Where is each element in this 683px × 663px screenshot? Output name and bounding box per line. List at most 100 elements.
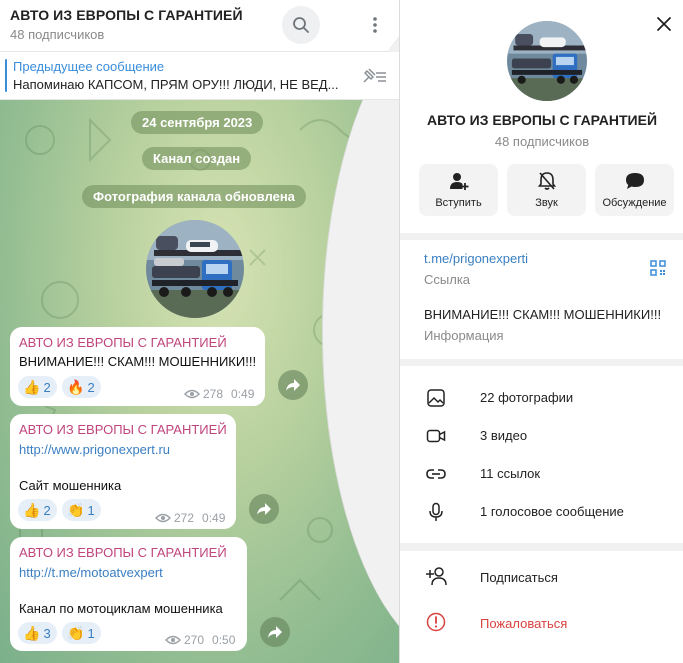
chat-area: АВТО ИЗ ЕВРОПЫ С ГАРАНТИЕЙ 48 подписчико… [0, 0, 399, 663]
share-arrow-icon [257, 503, 271, 515]
add-user-icon [449, 173, 468, 190]
channel-description: ВНИМАНИЕ!!! СКАМ!!! МОШЕННИКИ!!! [424, 307, 662, 322]
message-link[interactable]: http://www.prigonexpert.ru [19, 442, 170, 457]
channel-description-label: Информация [424, 328, 504, 343]
message-bubble[interactable]: АВТО ИЗ ЕВРОПЫ С ГАРАНТИЕЙ http://t.me/m… [10, 537, 247, 651]
channel-info-panel: АВТО ИЗ ЕВРОПЫ С ГАРАНТИЕЙ 48 подписчико… [399, 0, 683, 663]
clap-icon: 👏 [67, 501, 85, 518]
media-row-links[interactable]: 11 ссылок [400, 455, 683, 493]
search-icon [293, 17, 309, 33]
report-row[interactable]: Пожаловаться [400, 603, 683, 643]
shared-media-section: 22 фотографии 3 видео 11 ссылок 1 голосо… [400, 366, 683, 543]
message-bubble[interactable]: АВТО ИЗ ЕВРОПЫ С ГАРАНТИЕЙ ВНИМАНИЕ!!! С… [10, 327, 265, 406]
message-meta: 272 0:49 [155, 511, 225, 525]
channel-name: АВТО ИЗ ЕВРОПЫ С ГАРАНТИЕЙ [426, 112, 658, 128]
share-arrow-icon [286, 379, 300, 391]
chat-header[interactable]: АВТО ИЗ ЕВРОПЫ С ГАРАНТИЕЙ 48 подписчико… [0, 0, 399, 663]
message-author[interactable]: АВТО ИЗ ЕВРОПЫ С ГАРАНТИЕЙ [19, 422, 227, 437]
sound-button[interactable]: Звук [507, 164, 586, 216]
eye-icon [184, 389, 200, 399]
reaction-count: 2 [43, 502, 51, 518]
reaction-count: 2 [43, 379, 51, 395]
reaction-thumbs-up[interactable]: 👍 2 [18, 376, 57, 398]
forward-button[interactable] [278, 370, 308, 400]
message-meta: 270 0:50 [165, 633, 235, 647]
media-row-label: 22 фотографии [480, 390, 574, 405]
more-vertical-icon [373, 17, 377, 33]
join-label: Вступить [435, 197, 482, 209]
channel-photo[interactable] [146, 220, 244, 318]
reaction-clap[interactable]: 👏 1 [62, 499, 101, 521]
subscribe-label: Подписаться [480, 570, 558, 585]
channel-actions-section: Подписаться Пожаловаться [400, 551, 683, 663]
message-author[interactable]: АВТО ИЗ ЕВРОПЫ С ГАРАНТИЕЙ [19, 335, 227, 350]
message-text: Канал по мотоциклам мошенника [19, 601, 223, 616]
clap-icon: 👏 [67, 624, 85, 641]
channel-link[interactable]: t.me/prigonexperti [424, 251, 528, 266]
reaction-thumbs-up[interactable]: 👍 2 [18, 499, 57, 521]
join-button[interactable]: Вступить [419, 164, 498, 216]
reaction-clap[interactable]: 👏 1 [62, 622, 101, 644]
car-transporter-image [507, 21, 587, 101]
message-time: 0:49 [202, 511, 226, 525]
photo-icon [427, 389, 445, 407]
message-author[interactable]: АВТО ИЗ ЕВРОПЫ С ГАРАНТИЕЙ [19, 545, 227, 560]
channel-avatar[interactable] [507, 21, 587, 101]
report-label: Пожаловаться [480, 616, 568, 631]
reaction-count: 1 [87, 625, 95, 641]
pinned-text: Напоминаю КАПСОМ, ПРЯМ ОРУ!!! ЛЮДИ, НЕ В… [13, 77, 339, 92]
discussion-button[interactable]: Обсуждение [595, 164, 674, 216]
bell-muted-icon [537, 172, 556, 190]
view-count: 270 [184, 633, 205, 647]
video-icon [426, 429, 446, 443]
forward-button[interactable] [260, 617, 290, 647]
forward-button[interactable] [249, 494, 279, 524]
search-button[interactable] [282, 6, 320, 44]
media-row-label: 1 голосовое сообщение [480, 504, 624, 519]
message-time: 0:49 [231, 387, 255, 401]
chat-bubble-icon [625, 173, 644, 189]
microphone-icon [429, 502, 443, 521]
pinned-message-bar[interactable]: Предыдущее сообщение Напоминаю КАПСОМ, П… [0, 52, 399, 100]
reaction-thumbs-up[interactable]: 👍 3 [18, 622, 57, 644]
media-row-voice[interactable]: 1 голосовое сообщение [400, 493, 683, 531]
media-row-photos[interactable]: 22 фотографии [400, 379, 683, 417]
add-user-outline-icon [426, 567, 447, 586]
reaction-fire[interactable]: 🔥 2 [62, 376, 101, 398]
sound-label: Звук [535, 197, 558, 209]
view-count: 272 [174, 511, 195, 525]
message-bubble[interactable]: АВТО ИЗ ЕВРОПЫ С ГАРАНТИЕЙ http://www.pr… [10, 414, 236, 529]
thumbs-up-icon: 👍 [23, 501, 41, 518]
qr-code-icon[interactable] [650, 260, 666, 276]
message-time: 0:50 [212, 633, 236, 647]
message-link[interactable]: http://t.me/motoatvexpert [19, 565, 163, 580]
view-count: 278 [203, 387, 224, 401]
service-message-photo-updated: Фотография канала обновлена [82, 185, 306, 208]
pinned-title: Предыдущее сообщение [13, 59, 165, 74]
reaction-count: 3 [43, 625, 51, 641]
media-row-videos[interactable]: 3 видео [400, 417, 683, 455]
subscribe-row[interactable]: Подписаться [400, 557, 683, 597]
link-icon [426, 469, 446, 479]
media-row-label: 11 ссылок [480, 466, 541, 481]
share-arrow-icon [268, 626, 282, 638]
pinned-indicator [5, 59, 7, 92]
thumbs-up-icon: 👍 [23, 378, 41, 395]
more-button[interactable] [356, 6, 394, 44]
chat-title[interactable]: АВТО ИЗ ЕВРОПЫ С ГАРАНТИЕЙ [10, 7, 243, 23]
channel-info-section: t.me/prigonexperti Ссылка ВНИМАНИЕ!!! СК… [400, 240, 683, 359]
message-text: ВНИМАНИЕ!!! СКАМ!!! МОШЕННИКИ!!! [19, 354, 257, 369]
pinned-list-icon[interactable] [360, 66, 388, 86]
channel-subscribers: 48 подписчиков [494, 134, 590, 149]
close-icon[interactable] [654, 14, 674, 34]
chat-subscribers: 48 подписчиков [10, 27, 105, 42]
channel-link-label: Ссылка [424, 272, 471, 287]
fire-icon: 🔥 [67, 378, 85, 395]
eye-icon [165, 635, 181, 645]
media-row-label: 3 видео [480, 428, 528, 443]
service-message-created: Канал создан [142, 147, 252, 170]
eye-icon [155, 513, 171, 523]
reaction-count: 2 [87, 379, 95, 395]
car-transporter-image [146, 220, 244, 318]
warning-circle-icon [426, 612, 446, 632]
